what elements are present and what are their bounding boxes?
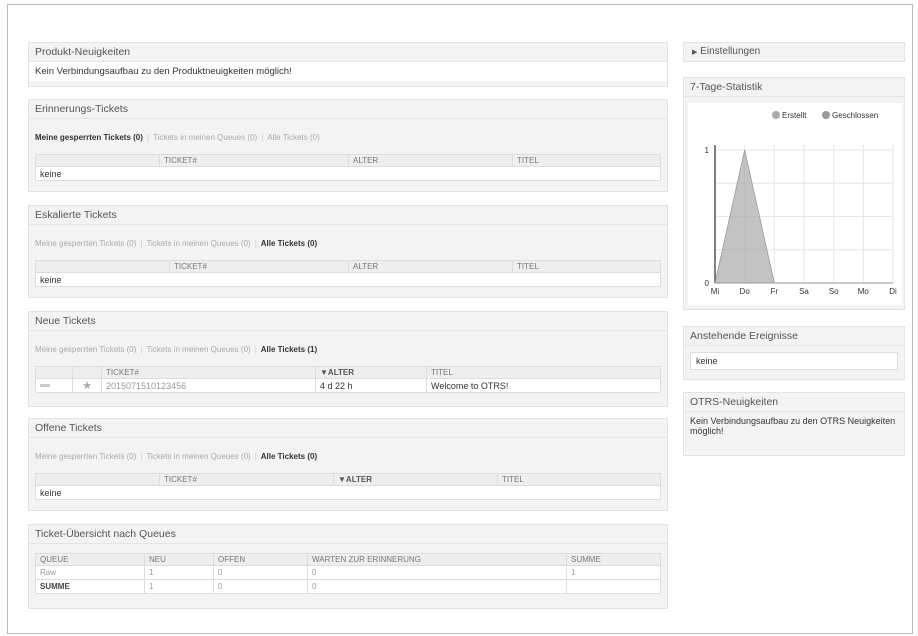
col-warten: WARTEN ZUR ERINNERUNG [307, 553, 567, 566]
filter-all[interactable]: Alle Tickets (0) [261, 239, 317, 248]
x-tick-label: Fr [771, 287, 779, 296]
widget-title: Eskalierte Tickets [29, 206, 667, 225]
ticket-table: TICKET# ALTER TITEL keine [35, 154, 661, 181]
cell-value: 1 [144, 579, 214, 594]
col-queue: QUEUE [35, 553, 145, 566]
col-summe: SUMME [566, 553, 661, 566]
priority-indicator [35, 378, 73, 393]
widget-title: Anstehende Ereignisse [684, 327, 904, 346]
pending-value: keine [690, 352, 898, 370]
cell-value: 0 [307, 579, 567, 594]
filter-all[interactable]: Alle Tickets (0) [267, 133, 319, 142]
eskalierte-tickets-widget: Eskalierte Tickets Meine gesperrten Tick… [28, 205, 668, 298]
cell-value[interactable]: 0 [213, 565, 308, 580]
triangle-right-icon: ▶ [692, 49, 698, 56]
filter-locked[interactable]: Meine gesperrten Tickets (0) [35, 345, 136, 354]
x-tick-label: Sa [799, 287, 809, 296]
legend-label: Geschlossen [832, 111, 878, 120]
y-tick-label: 1 [705, 146, 710, 155]
x-tick-label: Di [889, 287, 897, 296]
empty-row: keine [35, 166, 661, 181]
empty-row: keine [35, 272, 661, 287]
stats-chart: Mi Do Fr Sa So Mo Di 0 1 Erstellt Geschlossen [705, 111, 897, 296]
cell-value[interactable]: 1 [566, 565, 661, 580]
filter-queues[interactable]: Tickets in meinen Queues (0) [146, 452, 250, 461]
filter-all[interactable]: Alle Tickets (0) [261, 452, 317, 461]
cell-value [566, 579, 661, 594]
produkt-message: Kein Verbindungsaufbau zu den Produktneu… [29, 62, 667, 81]
ticket-table: TICKET# ALTER TITEL keine [35, 260, 661, 287]
filter-all[interactable]: Alle Tickets (1) [261, 345, 317, 354]
x-tick-label: So [829, 287, 839, 296]
widget-title: OTRS-Neuigkeiten [684, 393, 904, 412]
widget-title: Offene Tickets [29, 419, 667, 438]
stats-widget: 7-Tage-Statistik Mi Do Fr Sa So Mo Di 0 1 Erstell… [683, 77, 905, 310]
col-alter-sorted[interactable]: ▼ALTER [315, 366, 427, 379]
widget-title: Erinnerungs-Tickets [29, 100, 667, 119]
filter-locked[interactable]: Meine gesperrten Tickets (0) [35, 133, 143, 142]
x-tick-label: Mi [711, 287, 720, 296]
cell-value: 0 [213, 579, 308, 594]
widget-title: Neue Tickets [29, 312, 667, 331]
widget-title: Produkt-Neuigkeiten [29, 43, 667, 62]
cell-value[interactable]: 0 [307, 565, 567, 580]
ticket-table: TICKET# ▼ALTER TITEL keine [35, 473, 661, 500]
widget-title: 7-Tage-Statistik [684, 78, 904, 97]
queue-overview-widget: Ticket-Übersicht nach Queues QUEUE NEU O… [28, 524, 668, 609]
filter-queues[interactable]: Tickets in meinen Queues (0) [146, 239, 250, 248]
col-titel[interactable]: TITEL [426, 366, 661, 379]
col-ticket[interactable]: TICKET# [101, 366, 316, 379]
produkt-neuigkeiten-widget: Produkt-Neuigkeiten Kein Verbindungsaufb… [28, 42, 668, 87]
x-tick-label: Do [740, 287, 751, 296]
empty-row: keine [35, 485, 661, 500]
table-row[interactable]: Raw 1 0 0 1 [35, 565, 661, 580]
col-alter[interactable]: ALTER [348, 154, 513, 167]
widget-title: Ticket-Übersicht nach Queues [29, 525, 667, 544]
filter-queues[interactable]: Tickets in meinen Queues (0) [146, 345, 250, 354]
col-alter-sorted[interactable]: ▼ALTER [333, 473, 498, 486]
filter-locked[interactable]: Meine gesperrten Tickets (0) [35, 452, 136, 461]
settings-toggle[interactable]: ▶ Einstellungen [683, 42, 905, 62]
ticket-filters: Meine gesperrten Tickets (0) | Tickets in … [35, 133, 320, 142]
ticket-filters: Meine gesperrten Tickets (0) | Tickets in … [35, 345, 318, 354]
col-ticket[interactable]: TICKET# [159, 154, 349, 167]
legend-marker [772, 111, 780, 119]
cell-value[interactable]: 1 [144, 565, 214, 580]
col-ticket[interactable]: TICKET# [159, 473, 334, 486]
x-tick-label: Mo [858, 287, 870, 296]
sum-label: SUMME [35, 579, 145, 594]
table-row[interactable]: ★ 2015071510123456 4 d 22 h Welcome to O… [35, 378, 661, 393]
legend-marker [822, 111, 830, 119]
neue-tickets-widget: Neue Tickets Meine gesperrten Tickets (0… [28, 311, 668, 407]
ticket-table: TICKET# ▼ALTER TITEL ★ 2015071510123456 4 … [35, 366, 661, 393]
filter-locked[interactable]: Meine gesperrten Tickets (0) [35, 239, 136, 248]
legend-label: Erstellt [782, 111, 807, 120]
col-titel[interactable]: TITEL [512, 154, 661, 167]
y-tick-label: 0 [705, 279, 710, 288]
col-offen: OFFEN [213, 553, 308, 566]
col-neu: NEU [144, 553, 214, 566]
col-titel[interactable]: TITEL [497, 473, 661, 486]
col-alter[interactable]: ALTER [348, 260, 513, 273]
otrs-news-widget: OTRS-Neuigkeiten Kein Verbindungsaufbau … [683, 392, 905, 456]
ticket-filters: Meine gesperrten Tickets (0) | Tickets in … [35, 452, 318, 461]
ticket-title[interactable]: Welcome to OTRS! [426, 378, 661, 393]
col-ticket[interactable]: TICKET# [169, 260, 349, 273]
queue-table: QUEUE NEU OFFEN WARTEN ZUR ERINNERUNG SU… [35, 553, 661, 594]
otrs-message: Kein Verbindungsaufbau zu den OTRS Neuig… [690, 416, 896, 436]
ticket-number[interactable]: 2015071510123456 [101, 378, 316, 393]
ticket-age: 4 d 22 h [315, 378, 427, 393]
erinnerungs-tickets-widget: Erinnerungs-Tickets Meine gesperrten Tic… [28, 99, 668, 192]
filter-queues[interactable]: Tickets in meinen Queues (0) [153, 133, 257, 142]
table-row: SUMME 1 0 0 [35, 579, 661, 594]
settings-label: Einstellungen [700, 46, 761, 57]
star-icon[interactable]: ★ [72, 378, 102, 393]
ticket-filters: Meine gesperrten Tickets (0) | Tickets in … [35, 239, 318, 248]
offene-tickets-widget: Offene Tickets Meine gesperrten Tickets … [28, 418, 668, 511]
chart-area: Mi Do Fr Sa So Mo Di 0 1 Erstellt Geschlossen [688, 103, 902, 305]
pending-events-widget: Anstehende Ereignisse keine [683, 326, 905, 380]
queue-name-link[interactable]: Raw [35, 565, 145, 580]
col-titel[interactable]: TITEL [512, 260, 661, 273]
